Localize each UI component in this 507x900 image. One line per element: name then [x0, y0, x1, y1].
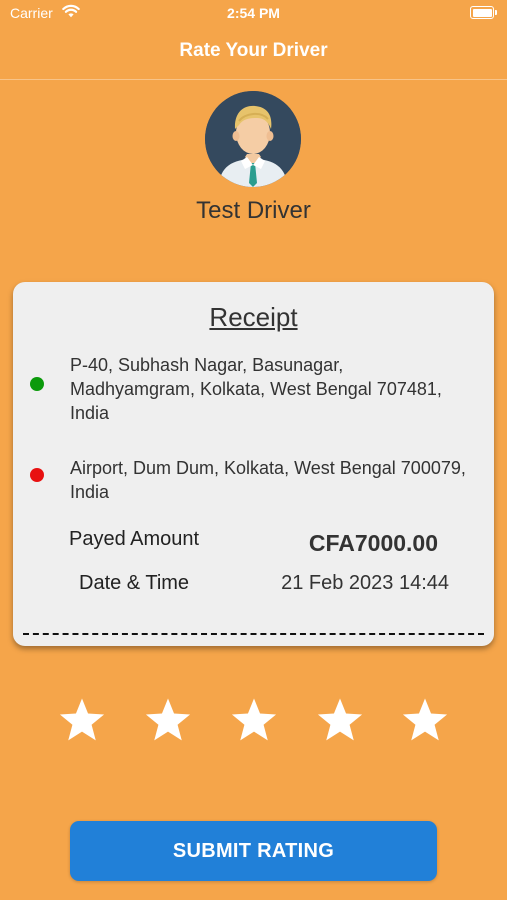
star-icon[interactable] [315, 696, 365, 746]
battery-icon [470, 6, 497, 19]
star-rating [0, 696, 507, 748]
pickup-address: P-40, Subhash Nagar, Basunagar, Madhyamg… [70, 355, 442, 423]
driver-name: Test Driver [196, 197, 311, 224]
drop-dot-icon [30, 468, 44, 482]
status-time: 2:54 PM [227, 5, 280, 21]
star-icon[interactable] [229, 696, 279, 746]
star-icon[interactable] [143, 696, 193, 746]
driver-avatar-icon [205, 91, 301, 187]
datetime-label: Date & Time [79, 572, 190, 594]
status-bar: Carrier 2:54 PM [0, 0, 507, 28]
datetime-value: 21 Feb 2023 14:44 [281, 572, 449, 594]
pickup-dot-icon [30, 377, 44, 391]
receipt-card: Receipt P-40, Subhash Nagar, Basunagar, … [13, 282, 494, 646]
star-icon[interactable] [57, 696, 107, 746]
page-title: Rate Your Driver [179, 40, 328, 61]
receipt-title: Receipt [209, 302, 298, 332]
amount-label: Payed Amount [69, 528, 200, 550]
star-icon[interactable] [400, 696, 450, 746]
submit-rating-button[interactable]: SUBMIT RATING [70, 821, 437, 881]
drop-address: Airport, Dum Dum, Kolkata, West Bengal 7… [70, 458, 466, 502]
header-divider [0, 79, 507, 80]
amount-value: CFA7000.00 [308, 530, 438, 556]
receipt-dashed-divider [23, 633, 484, 635]
